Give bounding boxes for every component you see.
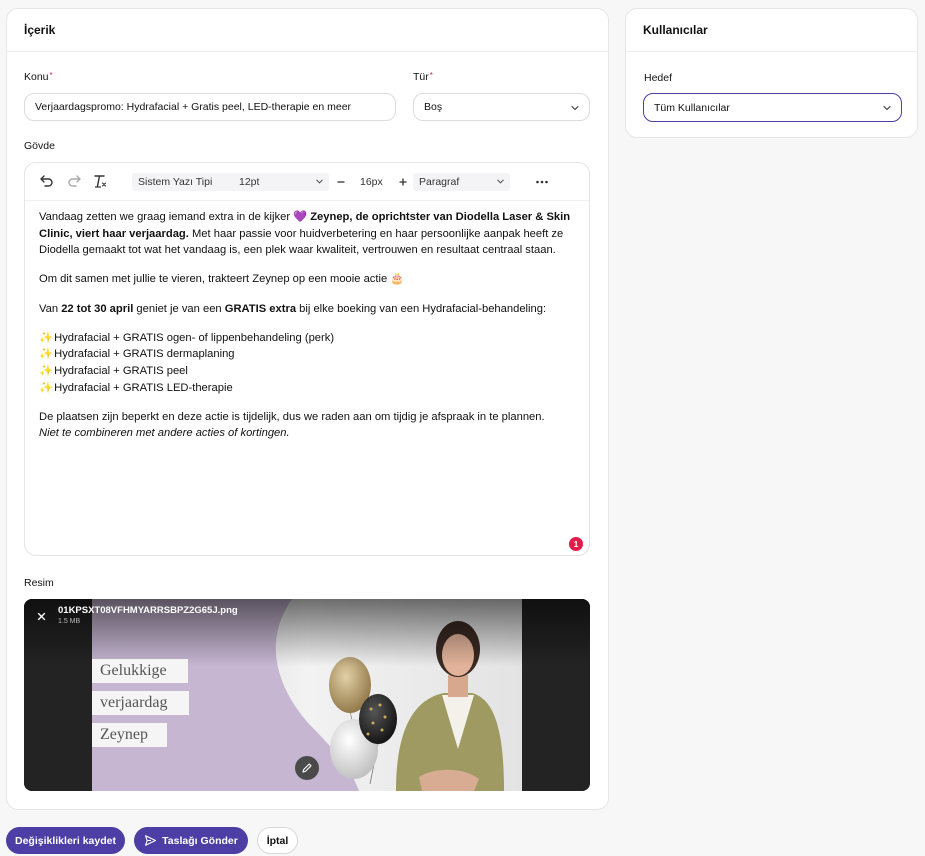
more-horizontal-icon[interactable]	[535, 175, 549, 189]
users-card-title: Kullanıcılar	[643, 23, 708, 37]
type-label-text: Tür	[413, 71, 429, 83]
chevron-down-icon	[571, 105, 579, 111]
image-file-name: 01KPSXT08VFHMYARRSBPZ2G65J.png	[58, 605, 238, 616]
cancel-label: İptal	[266, 834, 289, 847]
text: Om dit samen met jullie te vieren, trakt…	[39, 273, 391, 286]
banner-text-3: Zeynep	[92, 723, 167, 747]
notification-badge[interactable]: 1	[569, 537, 583, 551]
sparkles-emoji: ✨	[39, 364, 53, 377]
sparkles-emoji: ✨	[39, 348, 53, 361]
subject-input[interactable]: Verjaardagspromo: Hydrafacial + Gratis p…	[24, 93, 396, 121]
decrease-line-height-button[interactable]	[335, 173, 347, 191]
list-item-text: Hydrafacial + GRATIS ogen- of lippenbeha…	[54, 331, 335, 344]
type-label: Tür*	[413, 71, 433, 83]
text: geniet je van een	[133, 302, 225, 315]
chevron-down-icon	[316, 179, 323, 184]
chevron-down-icon	[497, 179, 504, 184]
rich-text-editor[interactable]: Sistem Yazı Tipi 12pt 16px Paragraf Vand…	[24, 162, 590, 556]
banner-text-2: verjaardag	[92, 691, 189, 715]
increase-line-height-button[interactable]	[397, 173, 409, 191]
undo-icon[interactable]	[39, 173, 55, 189]
list-item-text: Hydrafacial + GRATIS LED-therapie	[54, 381, 233, 394]
block-format-value: Paragraf	[419, 176, 460, 188]
font-size-value: 12pt	[239, 176, 260, 188]
redo-icon[interactable]	[66, 173, 82, 189]
banner-text-1: Gelukkige	[92, 659, 188, 683]
type-select-value: Boş	[424, 101, 443, 113]
edit-image-button[interactable]	[295, 756, 319, 780]
content-card-title: İçerik	[24, 23, 56, 37]
plus-icon	[399, 178, 407, 186]
target-select-value: Tüm Kullanıcılar	[654, 101, 730, 114]
subject-label-text: Konu	[24, 71, 49, 83]
sparkles-emoji: ✨	[39, 381, 53, 394]
paragraph: De plaatsen zijn beperkt en deze actie i…	[39, 409, 581, 442]
required-marker: *	[429, 71, 433, 80]
paragraph: Vandaag zetten we graag iemand extra in …	[39, 209, 581, 259]
save-changes-button[interactable]: Değişiklikleri kaydet	[6, 827, 125, 854]
bold-text: 22 tot 30 april	[61, 302, 134, 315]
list-item: ✨ Hydrafacial + GRATIS dermaplaning	[39, 346, 581, 363]
cake-emoji: 🎂	[390, 273, 405, 286]
line-height-value: 16px	[360, 176, 383, 188]
subject-input-value: Verjaardagspromo: Hydrafacial + Gratis p…	[35, 101, 352, 113]
divider	[626, 51, 917, 52]
editor-toolbar: Sistem Yazı Tipi 12pt 16px Paragraf	[25, 163, 589, 201]
editor-content[interactable]: Vandaag zetten we graag iemand extra in …	[39, 209, 581, 455]
body-label: Gövde	[24, 140, 55, 152]
italic-text: Niet te combineren met andere acties of …	[39, 427, 290, 440]
send-draft-button[interactable]: Taslağı Gönder	[134, 827, 248, 854]
pencil-icon	[302, 763, 312, 773]
block-format-select[interactable]: Paragraf	[413, 173, 510, 191]
text: bij elke boeking van een Hydrafacial-beh…	[296, 302, 547, 315]
font-size-select[interactable]: 12pt	[233, 173, 329, 191]
list: ✨ Hydrafacial + GRATIS ogen- of lippenbe…	[39, 330, 581, 396]
sparkles-emoji: ✨	[39, 331, 53, 344]
text: Vandaag zetten we graag iemand extra in …	[39, 211, 294, 223]
send-icon	[145, 835, 157, 846]
paragraph: Om dit samen met jullie te vieren, trakt…	[39, 271, 581, 288]
list-item: ✨ Hydrafacial + GRATIS ogen- of lippenbe…	[39, 330, 581, 347]
list-item: ✨ Hydrafacial + GRATIS peel	[39, 363, 581, 380]
list-item: ✨ Hydrafacial + GRATIS LED-therapie	[39, 380, 581, 397]
image-preview: 01KPSXT08VFHMYARRSBPZ2G65J.png 1.5 MB Ge…	[24, 599, 590, 791]
bold-text: GRATIS extra	[224, 302, 297, 315]
text: Van	[39, 302, 62, 315]
image-label: Resim	[24, 577, 54, 589]
send-draft-label: Taslağı Gönder	[162, 834, 238, 847]
remove-image-button[interactable]	[34, 609, 48, 623]
close-icon	[37, 612, 45, 620]
cancel-button[interactable]: İptal	[257, 827, 298, 854]
paragraph: Van 22 tot 30 april geniet je van een GR…	[39, 301, 581, 318]
font-family-value: Sistem Yazı Tipi	[138, 176, 213, 188]
clear-formatting-icon[interactable]	[92, 173, 108, 189]
image-file-size: 1.5 MB	[58, 618, 81, 625]
list-item-text: Hydrafacial + GRATIS dermaplaning	[54, 348, 235, 361]
users-card: Kullanıcılar Hedef Tüm Kullanıcılar	[625, 8, 918, 138]
target-select[interactable]: Tüm Kullanıcılar	[643, 93, 902, 122]
target-label: Hedef	[644, 72, 673, 84]
chevron-down-icon	[883, 105, 891, 111]
subject-label: Konu*	[24, 71, 53, 83]
purple-heart-emoji: 💜	[293, 211, 308, 223]
type-select[interactable]: Boş	[413, 93, 590, 121]
list-item-text: Hydrafacial + GRATIS peel	[54, 364, 188, 377]
required-marker: *	[49, 71, 53, 80]
text: De plaatsen zijn beperkt en deze actie i…	[39, 410, 545, 423]
minus-icon	[337, 181, 345, 183]
save-changes-label: Değişiklikleri kaydet	[15, 834, 116, 847]
divider	[7, 51, 608, 52]
